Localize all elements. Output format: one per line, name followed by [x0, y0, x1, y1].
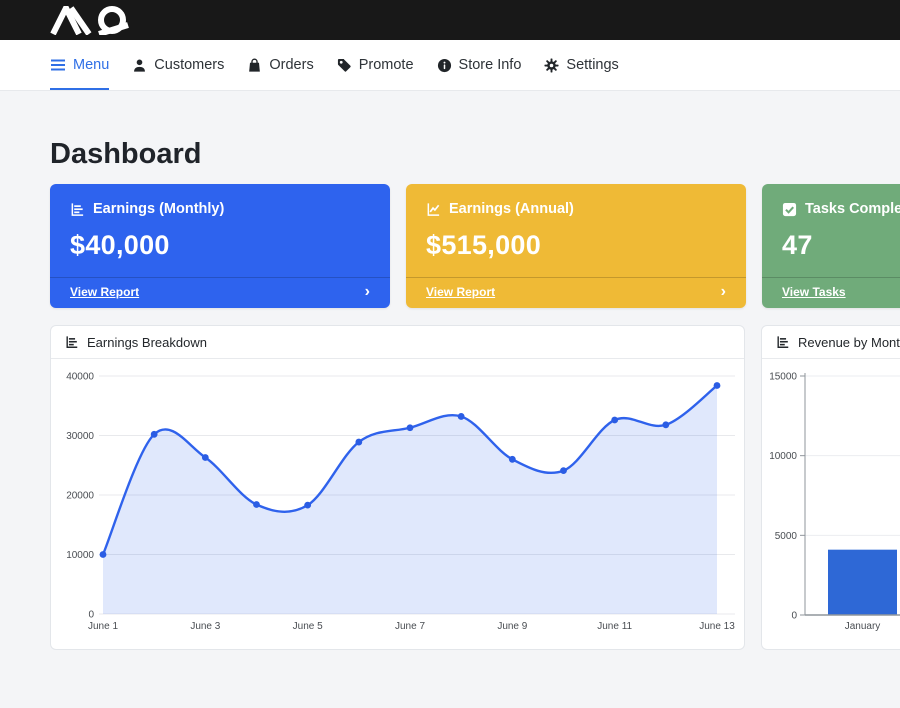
svg-text:January: January: [845, 621, 881, 632]
nav-label: Promote: [359, 57, 414, 73]
svg-text:June 9: June 9: [497, 621, 527, 632]
card-footer: View Report ›: [406, 277, 746, 308]
nav-item-settings[interactable]: Settings: [544, 40, 618, 90]
bar-chart-icon: [70, 202, 85, 217]
dashboard-content: Dashboard Earnings (Monthly) $40,000 Vie…: [0, 138, 900, 650]
main-navbar: Menu Customers Orders Promote Store Info: [0, 40, 900, 91]
svg-text:10000: 10000: [66, 550, 94, 561]
svg-text:June 1: June 1: [88, 621, 118, 632]
gear-icon: [544, 58, 559, 73]
panel-header: Revenue by Month: [762, 326, 900, 359]
card-value: $40,000: [70, 230, 370, 261]
card-earnings-monthly: Earnings (Monthly) $40,000 View Report ›: [50, 184, 390, 308]
svg-text:10000: 10000: [769, 451, 797, 462]
card-footer: View Report ›: [50, 277, 390, 308]
svg-text:June 11: June 11: [597, 621, 632, 632]
nav-item-promote[interactable]: Promote: [337, 40, 414, 90]
nav-item-orders[interactable]: Orders: [247, 40, 313, 90]
svg-text:5000: 5000: [775, 531, 798, 542]
svg-text:0: 0: [88, 610, 94, 621]
tag-icon: [337, 58, 352, 73]
card-title: Earnings (Annual): [449, 201, 574, 217]
panel-title: Earnings Breakdown: [87, 335, 207, 350]
line-chart-icon: [426, 202, 441, 217]
card-body: Tasks Completed 47: [762, 184, 900, 277]
svg-text:15000: 15000: [769, 372, 797, 383]
svg-text:June 13: June 13: [699, 621, 735, 632]
view-tasks-link[interactable]: View Tasks: [782, 285, 846, 299]
card-earnings-annual: Earnings (Annual) $515,000 View Report ›: [406, 184, 746, 308]
nav-label: Store Info: [459, 57, 522, 73]
panel-title: Revenue by Month: [798, 335, 900, 350]
hamburger-icon: [50, 58, 66, 72]
stat-cards-row: Earnings (Monthly) $40,000 View Report ›…: [50, 184, 850, 308]
chart-panels-row: Earnings Breakdown 40000 30000 20000 10000 0…: [50, 325, 850, 650]
card-footer: View Tasks ›: [762, 277, 900, 308]
shopping-bag-icon: [247, 58, 262, 73]
view-report-link[interactable]: View Report: [426, 285, 495, 299]
bar-chart-icon: [65, 335, 79, 349]
card-body: Earnings (Monthly) $40,000: [50, 184, 390, 277]
card-body: Earnings (Annual) $515,000: [406, 184, 746, 277]
page-title: Dashboard: [50, 138, 850, 171]
nav-item-menu[interactable]: Menu: [50, 40, 109, 90]
svg-text:40000: 40000: [66, 372, 94, 383]
chevron-right-icon[interactable]: ›: [721, 283, 726, 301]
info-circle-icon: [437, 58, 452, 73]
person-icon: [132, 58, 147, 73]
svg-text:June 7: June 7: [395, 621, 425, 632]
earnings-breakdown-panel: Earnings Breakdown 40000 30000 20000 10000 0…: [50, 325, 745, 650]
svg-text:June 3: June 3: [190, 621, 220, 632]
nav-label: Menu: [73, 57, 109, 73]
nav-label: Settings: [566, 57, 618, 73]
top-app-bar: [0, 0, 900, 40]
nav-label: Orders: [269, 57, 313, 73]
brand-logo-mq-icon[interactable]: [50, 6, 134, 35]
panel-body: 15000 10000 5000 0 January: [762, 359, 900, 649]
nav-label: Customers: [154, 57, 224, 73]
svg-text:20000: 20000: [66, 491, 94, 502]
revenue-by-month-chart: 15000 10000 5000 0 January: [762, 359, 900, 649]
card-title: Earnings (Monthly): [93, 201, 224, 217]
card-tasks-completed: Tasks Completed 47 View Tasks ›: [762, 184, 900, 308]
nav-item-customers[interactable]: Customers: [132, 40, 224, 90]
card-value: $515,000: [426, 230, 726, 261]
check-square-icon: [782, 202, 797, 217]
card-title: Tasks Completed: [805, 201, 900, 217]
revenue-by-month-panel: Revenue by Month 15000 10000 5000 0 January: [761, 325, 900, 650]
svg-text:0: 0: [791, 611, 797, 622]
svg-text:30000: 30000: [66, 431, 94, 442]
nav-item-store-info[interactable]: Store Info: [437, 40, 522, 90]
card-value: 47: [782, 230, 900, 261]
svg-text:June 5: June 5: [293, 621, 323, 632]
earnings-breakdown-chart: 40000 30000 20000 10000 0June 1 June 3 June 5 J…: [51, 359, 744, 649]
chevron-right-icon[interactable]: ›: [365, 283, 370, 301]
bar-chart-icon: [776, 335, 790, 349]
view-report-link[interactable]: View Report: [70, 285, 139, 299]
panel-body: 40000 30000 20000 10000 0June 1 June 3 June 5 J…: [51, 359, 744, 649]
panel-header: Earnings Breakdown: [51, 326, 744, 359]
